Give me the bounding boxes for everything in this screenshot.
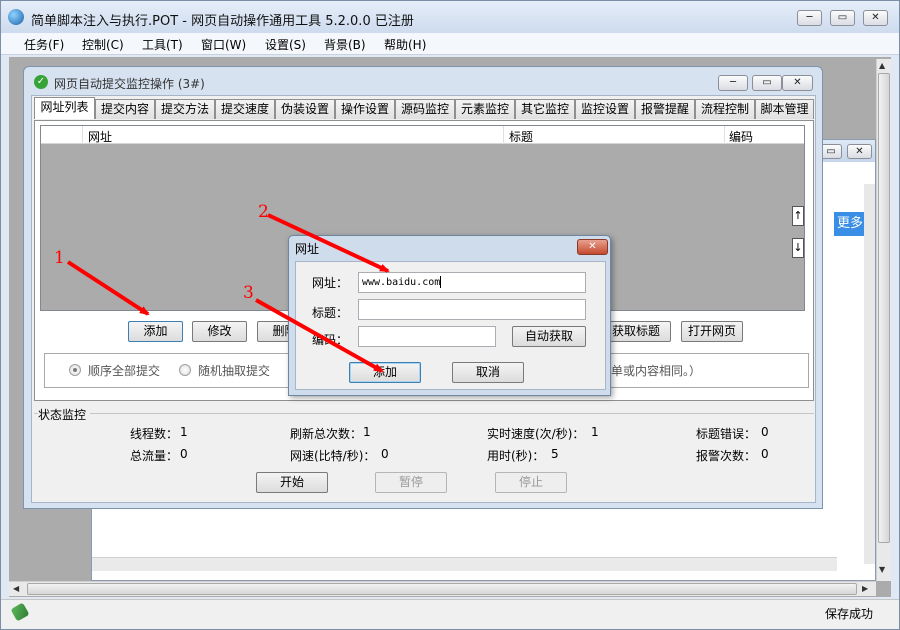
annotation-layer (66, 213, 390, 373)
annotation-number-1: 1 (54, 248, 65, 268)
annotation-arrow-3 (255, 298, 384, 373)
annotation-arrow-2 (267, 213, 390, 273)
annotation-number-2: 2 (258, 202, 269, 222)
tab-url-list[interactable]: 网址列表 (34, 97, 95, 119)
annotation-number-3: 3 (243, 283, 254, 303)
annotation-arrow-1 (66, 260, 150, 316)
